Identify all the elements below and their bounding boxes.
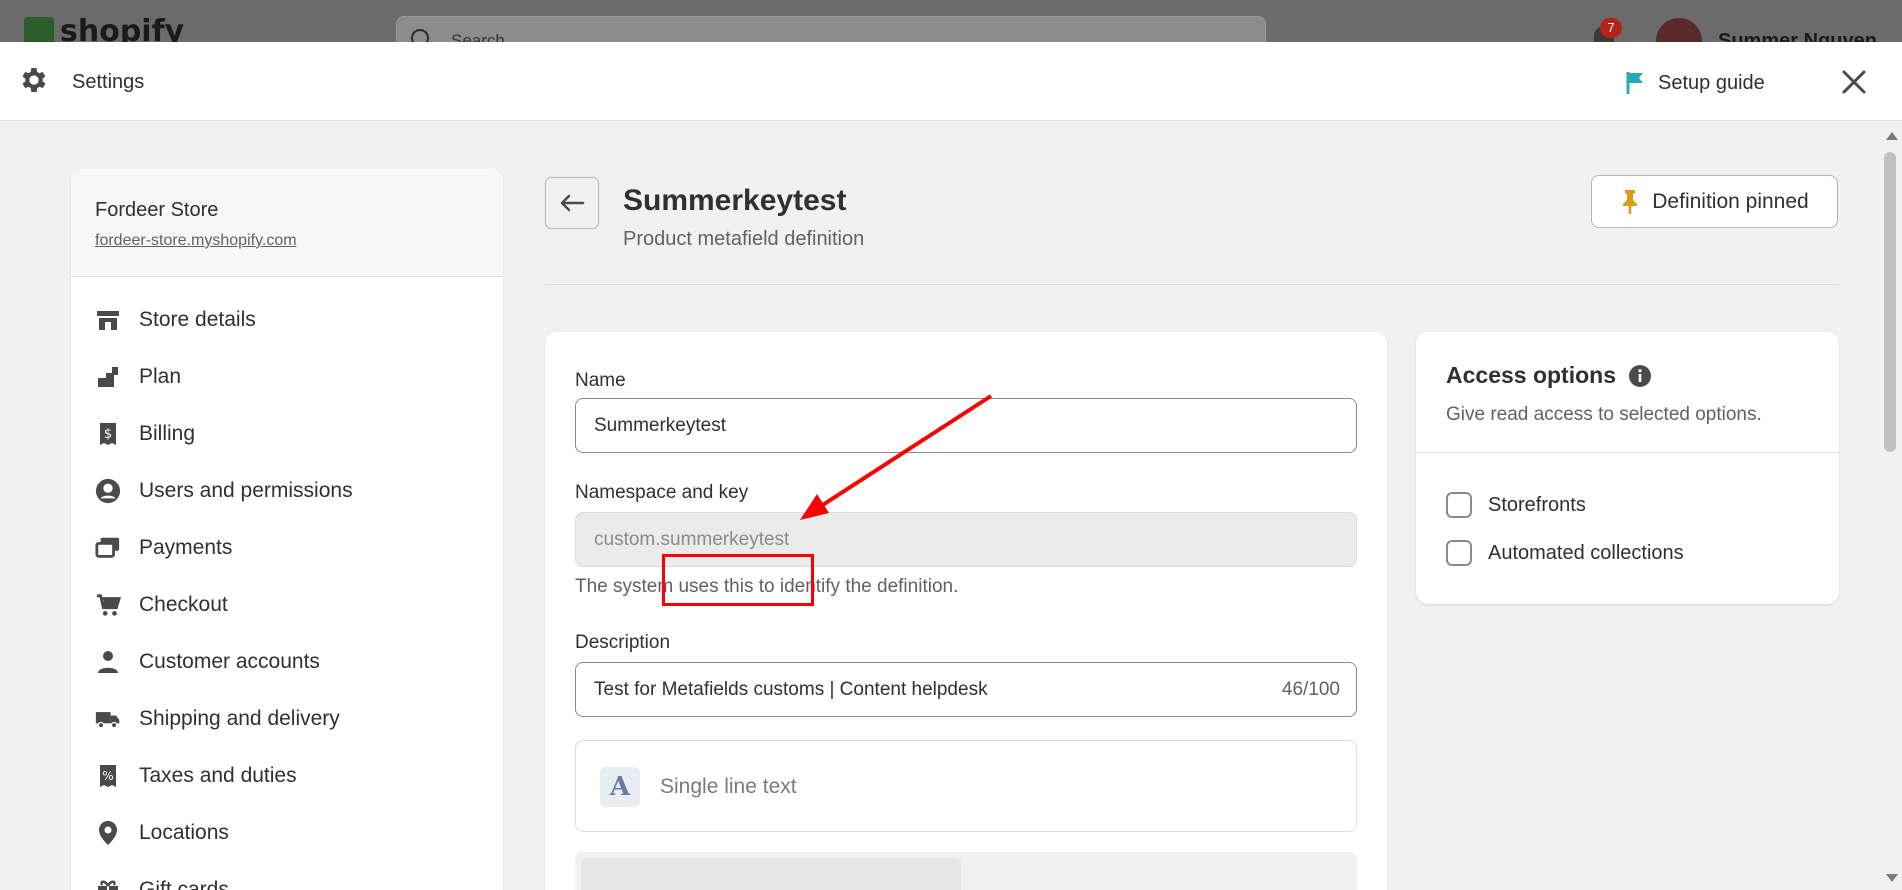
sidebar-item-payments[interactable]: Payments <box>71 519 503 576</box>
store-url-link[interactable]: fordeer-store.myshopify.com <box>95 232 479 250</box>
pin-icon <box>1623 189 1638 214</box>
svg-text:%: % <box>102 769 113 783</box>
settings-nav: Store details Plan $ Billing Users and p… <box>71 277 503 890</box>
annotation-highlight-box <box>662 554 814 606</box>
type-selector[interactable]: A Single line text <box>575 740 1357 832</box>
cart-icon <box>95 592 121 618</box>
namespace-label: Namespace and key <box>575 482 749 503</box>
sidebar-item-locations[interactable]: Locations <box>71 804 503 861</box>
character-counter: 46/100 <box>1281 679 1340 700</box>
definition-pinned-button[interactable]: Definition pinned <box>1591 175 1838 228</box>
tax-icon: % <box>95 763 121 789</box>
type-label: Single line text <box>660 775 797 798</box>
modal-title: Settings <box>72 71 145 93</box>
sidebar-item-customer-accounts[interactable]: Customer accounts <box>71 633 503 690</box>
description-input[interactable]: Test for Metafields customs | Content he… <box>575 662 1357 717</box>
sidebar-item-billing[interactable]: $ Billing <box>71 405 503 462</box>
close-icon[interactable] <box>1836 64 1872 100</box>
definition-form-card: Name Summerkeytest Namespace and key cus… <box>545 332 1387 890</box>
user-circle-icon <box>95 478 121 504</box>
storefronts-checkbox[interactable]: Storefronts <box>1446 492 1586 518</box>
sidebar-item-checkout[interactable]: Checkout <box>71 576 503 633</box>
sidebar-item-users[interactable]: Users and permissions <box>71 462 503 519</box>
notification-badge: 7 <box>1600 18 1622 38</box>
settings-sidebar: Fordeer Store fordeer-store.myshopify.co… <box>71 169 503 890</box>
store-info: Fordeer Store fordeer-store.myshopify.co… <box>71 169 503 277</box>
store-name: Fordeer Store <box>95 199 219 221</box>
checkbox-box[interactable] <box>1446 540 1472 566</box>
access-options-card: Access options Give read access to selec… <box>1416 332 1839 604</box>
truck-icon <box>95 706 121 732</box>
setup-guide-button[interactable]: Setup guide <box>1624 70 1765 96</box>
scrollbar[interactable] <box>1880 122 1902 890</box>
scroll-down-arrow-icon[interactable] <box>1886 874 1898 882</box>
svg-text:$: $ <box>104 427 112 442</box>
description-value: Test for Metafields customs | Content he… <box>594 679 988 700</box>
access-options-title: Access options <box>1446 362 1616 388</box>
name-input[interactable]: Summerkeytest <box>575 398 1357 453</box>
description-label: Description <box>575 632 671 653</box>
access-divider <box>1416 452 1839 453</box>
page-title: Summerkeytest <box>623 184 847 217</box>
person-icon <box>95 649 121 675</box>
location-pin-icon <box>95 820 121 846</box>
arrow-left-icon <box>560 194 585 212</box>
scroll-up-arrow-icon[interactable] <box>1886 132 1898 140</box>
validation-placeholder <box>581 858 961 890</box>
page-subtitle: Product metafield definition <box>623 228 865 250</box>
sidebar-item-store-details[interactable]: Store details <box>71 291 503 348</box>
settings-header: Settings Setup guide <box>0 42 1902 121</box>
payments-icon <box>95 535 121 561</box>
info-icon[interactable] <box>1628 364 1652 388</box>
name-label: Name <box>575 370 626 391</box>
plan-icon <box>95 364 121 390</box>
sidebar-item-taxes[interactable]: % Taxes and duties <box>71 747 503 804</box>
validation-section <box>575 852 1357 890</box>
scrollbar-thumb[interactable] <box>1884 152 1896 452</box>
sidebar-item-plan[interactable]: Plan <box>71 348 503 405</box>
sidebar-item-shipping[interactable]: Shipping and delivery <box>71 690 503 747</box>
flag-icon <box>1626 72 1643 94</box>
back-button[interactable] <box>545 177 599 229</box>
checkbox-box[interactable] <box>1446 492 1472 518</box>
automated-collections-checkbox[interactable]: Automated collections <box>1446 540 1684 566</box>
sidebar-item-gift-cards[interactable]: Gift cards <box>71 861 503 890</box>
billing-icon: $ <box>95 421 121 447</box>
gear-icon <box>22 68 46 92</box>
store-icon <box>95 307 121 333</box>
settings-modal: Settings Setup guide Fordeer Store forde… <box>0 42 1902 890</box>
access-options-subtitle: Give read access to selected options. <box>1446 404 1762 425</box>
admin-topbar: shopify Search 7 Summer Nguyen <box>0 0 1902 64</box>
header-divider <box>545 284 1839 285</box>
gift-icon <box>95 877 121 890</box>
text-type-icon: A <box>600 767 640 807</box>
